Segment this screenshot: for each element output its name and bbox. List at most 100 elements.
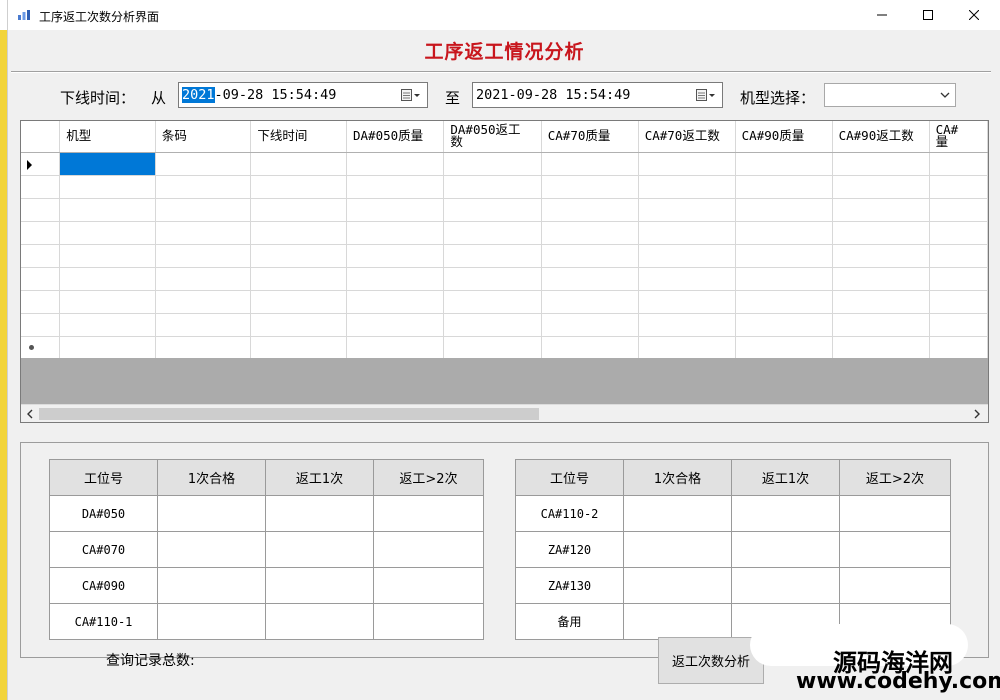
calendar-dropdown-icon[interactable] [696,88,716,103]
datagrid-cell[interactable] [638,313,736,337]
datagrid-cell[interactable] [832,152,930,176]
datagrid-cell[interactable] [541,198,639,222]
datagrid-cell[interactable] [929,267,988,291]
calendar-dropdown-icon[interactable] [401,88,421,103]
datagrid-cell[interactable] [735,290,833,314]
datagrid-row-header[interactable] [21,267,61,291]
datagrid-cell[interactable] [929,313,988,337]
datagrid-cell[interactable] [346,290,445,314]
datagrid-cell[interactable] [541,152,639,176]
scrollbar-thumb[interactable] [39,408,539,420]
datagrid-cell[interactable] [832,221,930,245]
datagrid-cell[interactable] [443,313,542,337]
maximize-button[interactable] [905,0,951,30]
datagrid-cell[interactable] [638,244,736,268]
datagrid-cell[interactable] [59,152,156,176]
datagrid-cell[interactable] [541,221,639,245]
datagrid-column-header[interactable]: CA#70返工数 [638,121,736,153]
datagrid-row[interactable] [21,313,988,337]
datagrid-cell[interactable] [443,244,542,268]
datagrid-column-header[interactable]: CA#90返工数 [832,121,930,153]
datagrid-cell[interactable] [346,336,445,358]
datagrid-row-header[interactable] [21,152,61,176]
datagrid-cell[interactable] [155,198,252,222]
datagrid-cell[interactable] [346,152,445,176]
datagrid-cell[interactable] [250,336,347,358]
datagrid-cell[interactable] [443,198,542,222]
datagrid-cell[interactable] [443,221,542,245]
model-select-combobox[interactable] [824,83,956,107]
datagrid-cell[interactable] [832,313,930,337]
datagrid-column-header[interactable]: 下线时间 [250,121,347,153]
datagrid-cell[interactable] [929,198,988,222]
datagrid-cell[interactable] [929,221,988,245]
datagrid-cell[interactable] [735,152,833,176]
datagrid-cell[interactable] [155,336,252,358]
datagrid-cell[interactable] [155,221,252,245]
datagrid-cell[interactable] [250,290,347,314]
datagrid-row-header[interactable] [21,175,61,199]
datagrid-cell[interactable] [250,244,347,268]
scroll-right-icon[interactable] [971,408,983,420]
datagrid-row-header[interactable] [21,244,61,268]
datagrid-column-header[interactable]: CA# 量 [929,121,988,153]
datagrid-cell[interactable] [735,175,833,199]
datagrid-cell[interactable] [541,244,639,268]
datagrid-cell[interactable] [155,313,252,337]
close-button[interactable] [951,0,997,30]
datagrid-cell[interactable] [155,244,252,268]
datagrid-row[interactable] [21,198,988,222]
datagrid-cell[interactable] [59,336,156,358]
datagrid-cell[interactable] [346,244,445,268]
datagrid-row-header[interactable] [21,198,61,222]
datagrid-cell[interactable] [832,198,930,222]
datagrid-cell[interactable] [443,290,542,314]
datagrid-cell[interactable] [250,313,347,337]
datagrid-cell[interactable] [250,198,347,222]
datagrid-cell[interactable] [638,336,736,358]
datagrid-cell[interactable] [929,336,988,358]
datagrid-row-header[interactable] [21,313,61,337]
datagrid-column-header[interactable]: 条码 [155,121,252,153]
scroll-left-icon[interactable] [24,408,36,420]
datagrid-cell[interactable] [832,244,930,268]
datagrid-cell[interactable] [735,221,833,245]
datagrid-cell[interactable] [735,313,833,337]
datagrid-row-header[interactable] [21,336,61,358]
datagrid-cell[interactable] [250,175,347,199]
records-datagrid[interactable]: 机型 条码 下线时间 DA#050质量 DA#050返工 数 CA#70质量 CA#70返工… [20,120,989,423]
datagrid-cell[interactable] [59,198,156,222]
datagrid-cell[interactable] [638,175,736,199]
datagrid-cell[interactable] [155,267,252,291]
datagrid-column-header[interactable]: DA#050返工 数 [443,121,542,153]
datagrid-column-header[interactable]: CA#70质量 [541,121,639,153]
datagrid-cell[interactable] [155,290,252,314]
datagrid-column-header[interactable]: CA#90质量 [735,121,833,153]
datagrid-cell[interactable] [59,290,156,314]
datagrid-row[interactable] [21,267,988,291]
datagrid-cell[interactable] [346,221,445,245]
datagrid-cell[interactable] [832,267,930,291]
datagrid-cell[interactable] [638,267,736,291]
datagrid-cell[interactable] [155,152,252,176]
datagrid-cell[interactable] [541,267,639,291]
datagrid-cell[interactable] [346,313,445,337]
datagrid-row[interactable] [21,152,988,176]
datagrid-cell[interactable] [735,244,833,268]
datagrid-cell[interactable] [929,152,988,176]
datagrid-cell[interactable] [929,244,988,268]
datagrid-cell[interactable] [638,221,736,245]
datagrid-cell[interactable] [59,175,156,199]
datagrid-cell[interactable] [638,152,736,176]
datagrid-cell[interactable] [541,290,639,314]
datagrid-cell[interactable] [59,313,156,337]
datagrid-cell[interactable] [250,267,347,291]
datagrid-row[interactable] [21,336,988,358]
datagrid-cell[interactable] [735,198,833,222]
datagrid-cell[interactable] [59,244,156,268]
datagrid-cell[interactable] [155,175,252,199]
datagrid-cell[interactable] [59,267,156,291]
datagrid-cell[interactable] [443,152,542,176]
datagrid-cell[interactable] [541,175,639,199]
datagrid-row[interactable] [21,290,988,314]
